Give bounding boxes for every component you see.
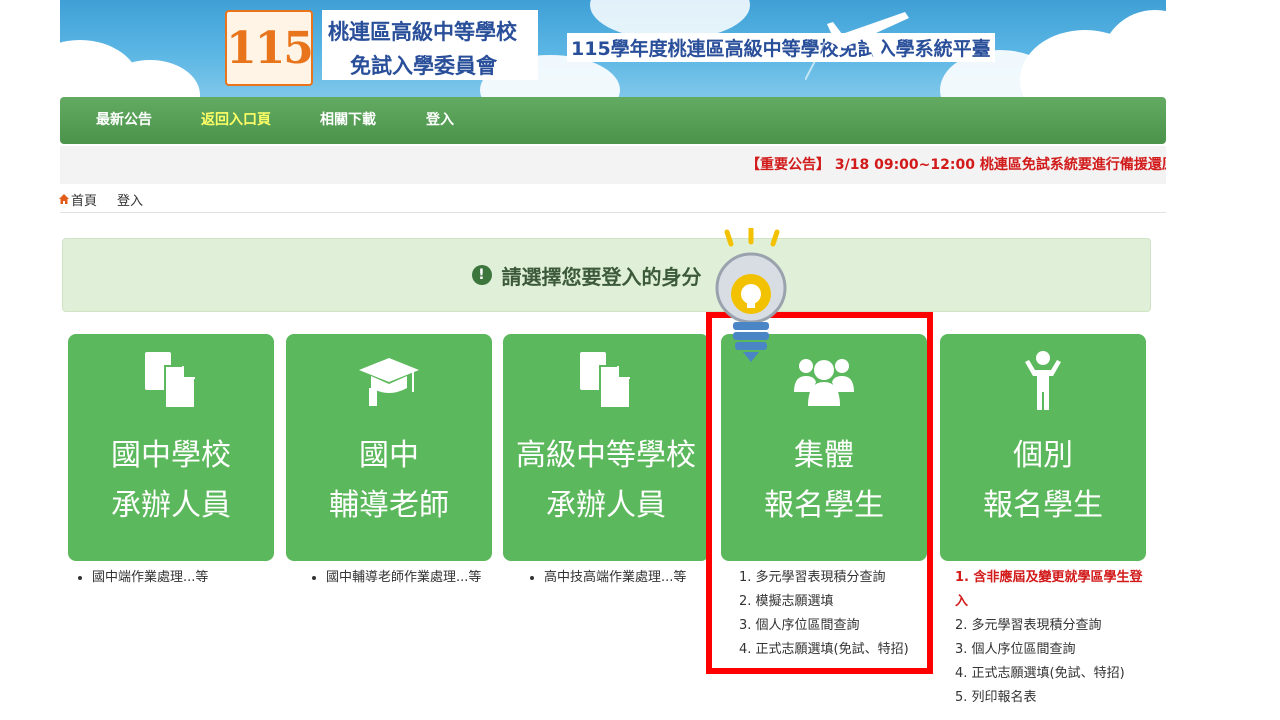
graduation-cap-icon xyxy=(359,358,419,406)
system-title: 115學年度桃連區高級中等學校免試入學系統平臺 xyxy=(567,33,995,62)
breadcrumb-current: 登入 xyxy=(117,193,144,209)
group-icon xyxy=(794,359,854,406)
committee-name: 桃連區高級中等學校 免試入學委員會 xyxy=(322,10,538,80)
card-junior-high-counselor-desc: 國中輔導老師作業處理...等 xyxy=(308,566,493,590)
breadcrumb-divider xyxy=(60,212,1166,213)
home-icon xyxy=(59,194,69,204)
card-title-line1: 國中 xyxy=(359,438,419,473)
card-individual-student-steps: 1. 含非應屆及變更就學區學生登入 2. 多元學習表現積分查詢 3. 個人序位區… xyxy=(955,566,1150,710)
card-title-line2: 報名學生 xyxy=(764,488,884,523)
committee-line-1: 桃連區高級中等學校 xyxy=(328,20,517,44)
list-item: 國中端作業處理...等 xyxy=(92,566,274,590)
list-item: 3. 個人序位區間查詢 xyxy=(955,642,1076,657)
logo-number: 115 xyxy=(226,22,314,74)
card-title-line2: 報名學生 xyxy=(983,488,1103,523)
lightbulb-icon xyxy=(715,228,787,362)
exclamation-icon: ! xyxy=(471,265,492,285)
card-junior-high-staff-desc: 國中端作業處理...等 xyxy=(74,566,274,590)
list-item: 5. 列印報名表 xyxy=(955,690,1037,705)
nav-item-announcements[interactable]: 最新公告 xyxy=(96,97,152,144)
alert-text: 請選擇您要登入的身分 xyxy=(501,264,702,289)
card-title-line1: 集體 xyxy=(794,438,854,473)
logo: 115 xyxy=(225,10,314,86)
card-title-line1: 高級中等學校 xyxy=(516,438,696,473)
card-title-line2: 承辦人員 xyxy=(546,488,666,523)
card-senior-high-staff[interactable]: 高級中等學校 承辦人員 xyxy=(503,334,709,561)
list-item: 3. 個人序位區間查詢 xyxy=(739,618,860,633)
nav-item-login[interactable]: 登入 xyxy=(426,97,454,144)
document-icon xyxy=(580,352,631,409)
main-nav: 最新公告 返回入口頁 相關下載 登入 xyxy=(60,97,1166,144)
card-junior-high-staff[interactable]: 國中學校 承辦人員 xyxy=(68,334,274,561)
card-group-student-steps: 1. 多元學習表現積分查詢 2. 模擬志願選填 3. 個人序位區間查詢 4. 正… xyxy=(739,566,929,662)
card-junior-high-counselor[interactable]: 國中 輔導老師 xyxy=(286,334,492,561)
list-item: 國中輔導老師作業處理...等 xyxy=(326,566,493,590)
card-individual-student[interactable]: 個別 報名學生 xyxy=(940,334,1146,561)
committee-line-2: 免試入學委員會 xyxy=(350,54,497,78)
card-title-line1: 國中學校 xyxy=(111,438,231,473)
nav-item-return-portal[interactable]: 返回入口頁 xyxy=(201,97,271,144)
header-banner: 115 桃連區高級中等學校 免試入學委員會 115學年度桃連區高級中等學校免試入… xyxy=(60,0,1166,97)
warning-item: 1. 含非應屆及變更就學區學生登入 xyxy=(955,570,1143,609)
role-select-alert: ! 請選擇您要登入的身分 xyxy=(62,238,1151,312)
announcement-marquee: 【重要公告】 3/18 09:00~12:00 桃連區免試系統要進行備援還原 xyxy=(60,146,1166,184)
list-item: 高中技高端作業處理...等 xyxy=(544,566,716,590)
list-item: 2. 多元學習表現積分查詢 xyxy=(955,618,1102,633)
card-title-line1: 個別 xyxy=(1013,438,1073,473)
nav-item-downloads[interactable]: 相關下載 xyxy=(320,97,376,144)
breadcrumb-home[interactable]: 首頁 xyxy=(71,190,97,209)
announcement-text[interactable]: 【重要公告】 3/18 09:00~12:00 桃連區免試系統要進行備援還原 xyxy=(746,146,1166,184)
breadcrumb: 首頁 登入 xyxy=(58,189,143,209)
card-senior-high-staff-desc: 高中技高端作業處理...等 xyxy=(526,566,716,590)
airplane-icon xyxy=(805,12,909,80)
list-item: 4. 正式志願選填(免試、特招) xyxy=(739,642,909,657)
card-title-line2: 承辦人員 xyxy=(111,488,231,523)
list-item: 2. 模擬志願選填 xyxy=(739,594,834,609)
document-icon xyxy=(145,352,196,409)
list-item: 1. 多元學習表現積分查詢 xyxy=(739,570,886,585)
person-icon xyxy=(1025,351,1061,410)
card-title-line2: 輔導老師 xyxy=(329,488,449,523)
list-item: 4. 正式志願選填(免試、特招) xyxy=(955,666,1125,681)
